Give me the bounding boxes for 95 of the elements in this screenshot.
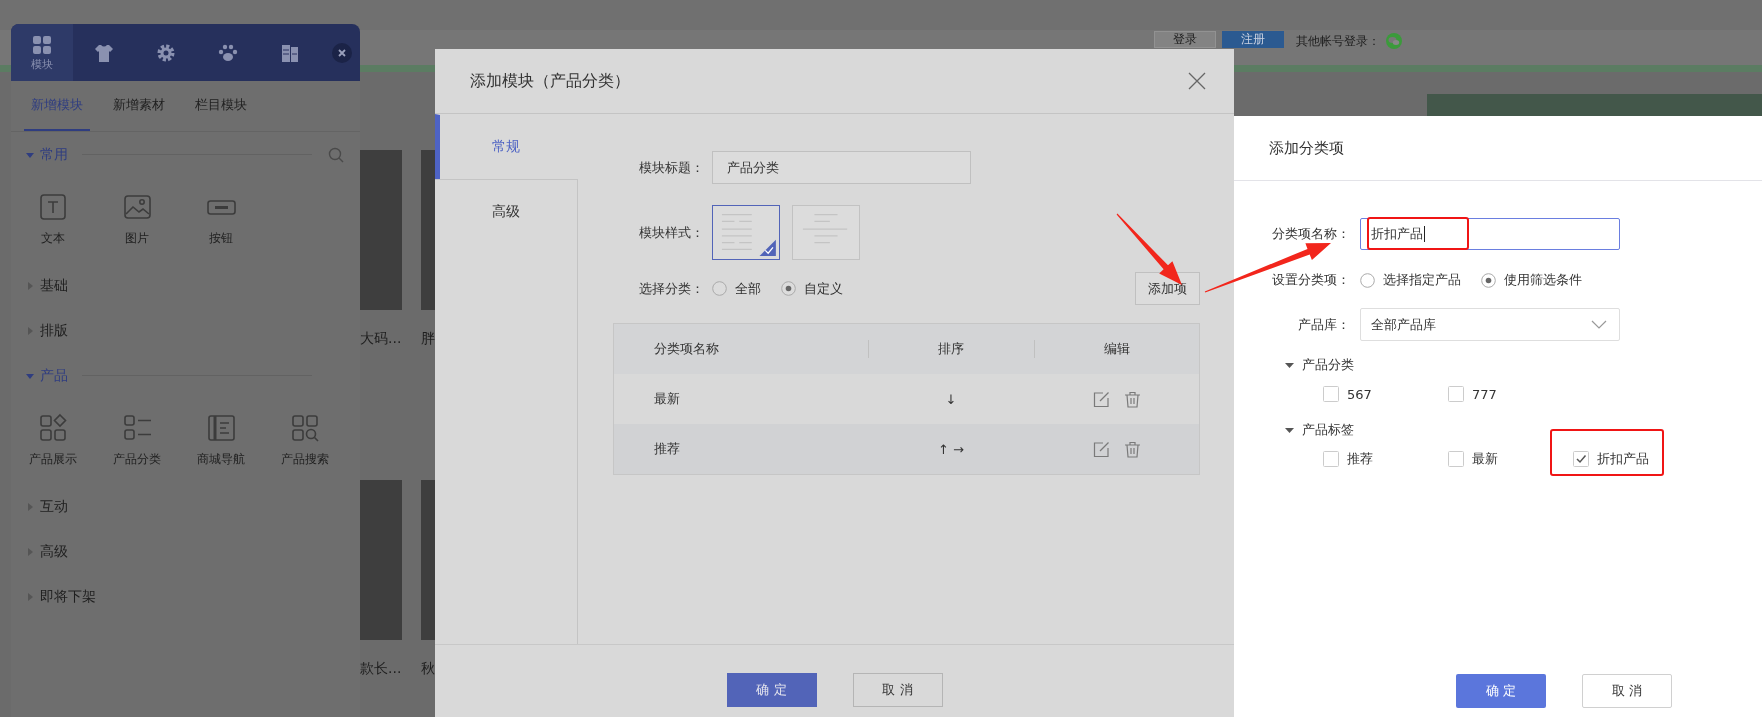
chevron-down-icon xyxy=(1591,320,1607,329)
product-caption: 胖 xyxy=(421,330,435,348)
product-caption: 秋 xyxy=(421,660,435,678)
checkbox-label[interactable]: 折扣产品 xyxy=(1597,450,1649,468)
checkbox[interactable] xyxy=(1323,451,1339,467)
field-label: 分类项名称： xyxy=(1271,225,1351,243)
select-field[interactable]: 全部产品库 xyxy=(1360,308,1620,341)
group-title[interactable]: 产品分类 xyxy=(1302,356,1354,374)
table-cell-text: 推荐 xyxy=(653,440,681,458)
radio-button[interactable] xyxy=(712,281,727,296)
section-title[interactable]: 互动 xyxy=(40,497,68,516)
confirm-button[interactable]: 确 定 xyxy=(1456,674,1546,708)
search-icon[interactable] xyxy=(328,146,344,163)
style-option-selected[interactable] xyxy=(712,205,780,260)
grid-diamond-icon[interactable] xyxy=(37,413,69,443)
field-label: 产品库： xyxy=(1297,315,1351,334)
checkbox-checked[interactable] xyxy=(1573,451,1589,467)
caret-right-icon[interactable] xyxy=(26,326,34,335)
caret-down-icon[interactable] xyxy=(1285,360,1294,370)
list-icon[interactable] xyxy=(121,413,153,443)
field-label: 设置分类项： xyxy=(1271,271,1351,289)
section-title[interactable]: 排版 xyxy=(40,321,68,340)
edit-icon[interactable] xyxy=(1092,390,1110,408)
product-caption: 款长... xyxy=(360,660,402,678)
confirm-button[interactable]: 确 定 xyxy=(726,673,817,707)
caret-right-icon[interactable] xyxy=(26,502,34,511)
column-header: 分类项名称 xyxy=(654,340,719,358)
column-header: 排序 xyxy=(938,340,964,358)
module-label[interactable]: 图片 xyxy=(125,230,149,247)
close-icon xyxy=(338,48,346,57)
other-login-label: 其他帐号登录： xyxy=(1296,33,1380,50)
close-icon[interactable] xyxy=(1188,72,1206,90)
caret-right-icon[interactable] xyxy=(26,547,34,556)
panel-title: 添加分类项 xyxy=(1269,138,1344,158)
cancel-button[interactable]: 取 消 xyxy=(852,673,943,707)
field-label: 模块标题： xyxy=(639,158,705,177)
module-label[interactable]: 按钮 xyxy=(209,230,233,247)
tab[interactable]: 新增素材 xyxy=(106,81,172,131)
dialog-title: 添加模块（产品分类） xyxy=(470,70,631,92)
group-title[interactable]: 产品标签 xyxy=(1302,421,1354,439)
module-label[interactable]: 产品分类 xyxy=(113,451,161,468)
table-cell-text: 最新 xyxy=(653,390,681,408)
radio-label[interactable]: 自定义 xyxy=(804,279,843,298)
image-icon[interactable] xyxy=(121,192,153,222)
list-panel-icon[interactable] xyxy=(205,413,237,443)
caret-down-icon[interactable] xyxy=(1285,425,1294,435)
checkbox-label[interactable]: 777 xyxy=(1472,386,1497,402)
edit-icon[interactable] xyxy=(1092,440,1110,458)
radio-label[interactable]: 使用筛选条件 xyxy=(1504,271,1582,289)
trash-icon[interactable] xyxy=(1123,390,1141,408)
radio-label[interactable]: 全部 xyxy=(735,279,761,298)
field-label: 选择分类： xyxy=(639,279,705,298)
checkbox[interactable] xyxy=(1323,386,1339,402)
column-header: 编辑 xyxy=(1103,340,1130,358)
style-option[interactable] xyxy=(792,205,860,260)
section-title[interactable]: 高级 xyxy=(40,542,68,561)
checkbox-label[interactable]: 567 xyxy=(1347,386,1372,402)
module-label[interactable]: 商城导航 xyxy=(197,451,245,468)
checkbox[interactable] xyxy=(1448,451,1464,467)
input-field[interactable]: 折扣产品 xyxy=(1360,218,1620,250)
sort-arrows[interactable]: ↑ → xyxy=(938,441,964,457)
add-item-button[interactable]: 添加项 xyxy=(1135,272,1200,305)
caret-right-icon[interactable] xyxy=(26,592,34,601)
sort-arrows[interactable]: ↓ xyxy=(945,391,957,407)
cancel-button[interactable]: 取 消 xyxy=(1582,674,1672,708)
tab[interactable]: 栏目模块 xyxy=(188,81,254,131)
field-label: 模块样式： xyxy=(639,223,705,242)
product-caption: 大码... xyxy=(360,330,402,348)
checkbox[interactable] xyxy=(1448,386,1464,402)
radio-label[interactable]: 选择指定产品 xyxy=(1383,271,1461,289)
chat-bubbles-icon[interactable] xyxy=(1386,33,1402,49)
section-title[interactable]: 基础 xyxy=(40,276,68,295)
panel-tab[interactable]: 模块 xyxy=(11,24,73,81)
radio-selected[interactable] xyxy=(781,281,796,296)
section-title[interactable]: 即将下架 xyxy=(40,587,96,606)
caret-right-icon[interactable] xyxy=(26,281,34,290)
checkbox-label[interactable]: 最新 xyxy=(1472,450,1498,468)
checkbox-label[interactable]: 推荐 xyxy=(1347,450,1373,468)
input-text: 折扣产品 xyxy=(1371,225,1423,243)
login-button[interactable]: 登录 xyxy=(1154,31,1216,48)
module-label[interactable]: 文本 xyxy=(41,230,65,247)
text-cursor xyxy=(1424,226,1425,242)
close-button[interactable] xyxy=(332,42,352,63)
register-button[interactable]: 注册 xyxy=(1222,31,1284,48)
radio-selected[interactable] xyxy=(1481,272,1496,288)
module-label[interactable]: 产品展示 xyxy=(29,451,77,468)
module-label[interactable]: 产品搜索 xyxy=(281,451,329,468)
input-field[interactable]: 产品分类 xyxy=(712,151,971,184)
side-tab[interactable]: 高级 xyxy=(435,179,578,244)
side-tab[interactable]: 常规 xyxy=(435,114,578,179)
trash-icon[interactable] xyxy=(1123,440,1141,458)
radio-button[interactable] xyxy=(1360,272,1375,288)
grid-icon xyxy=(31,34,53,56)
text-icon[interactable] xyxy=(37,192,69,222)
grid-search-icon[interactable] xyxy=(289,413,321,443)
